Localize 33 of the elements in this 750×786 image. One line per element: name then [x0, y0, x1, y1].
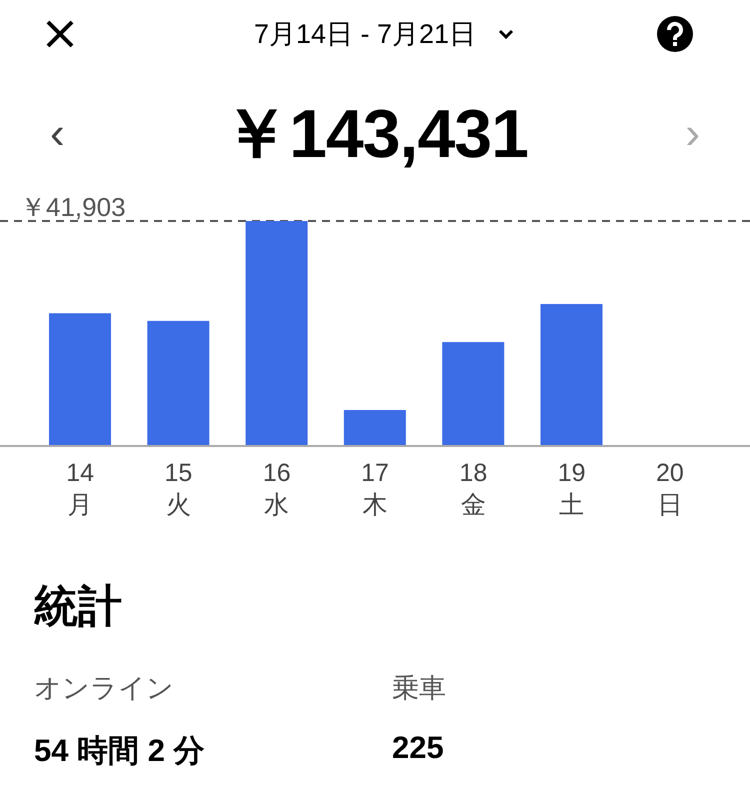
- stats-title: 統計: [34, 581, 123, 633]
- close-button[interactable]: [44, 18, 76, 50]
- close-icon: [44, 18, 76, 50]
- day-label: 17: [361, 458, 389, 489]
- weekday-label: 木: [362, 490, 388, 521]
- weekday-label: 火: [166, 490, 191, 521]
- day-label: 20: [656, 458, 684, 489]
- date-range-dropdown[interactable]: 7月14日 - 7月21日: [254, 16, 514, 52]
- weekday-label: 土: [559, 490, 584, 521]
- stat-label: 乗車: [392, 672, 447, 705]
- bar[interactable]: [344, 410, 406, 446]
- day-label: 14: [66, 458, 94, 489]
- stat-label: オンライン: [34, 672, 175, 705]
- weekday-label: 月: [68, 490, 93, 521]
- max-value-label: ￥41,903: [19, 191, 127, 220]
- chevron-down-icon: [498, 29, 514, 39]
- bar[interactable]: [49, 313, 111, 446]
- total-amount: ￥143,431: [222, 94, 528, 174]
- day-label: 15: [164, 458, 192, 489]
- bar[interactable]: [246, 221, 308, 446]
- weekday-label: 水: [264, 490, 290, 521]
- help-button[interactable]: [656, 15, 694, 53]
- day-label: 16: [262, 458, 291, 489]
- weekday-label: 金: [460, 490, 486, 521]
- day-label: 18: [459, 458, 488, 489]
- bar[interactable]: [147, 320, 210, 446]
- bar[interactable]: [540, 304, 602, 446]
- stat-value: 225: [392, 730, 445, 767]
- weekday-label: 日: [657, 490, 682, 521]
- stat-value: 54 時間 2 分: [34, 732, 206, 770]
- day-label: 19: [558, 458, 586, 489]
- help-icon: [656, 15, 694, 53]
- bar[interactable]: [442, 342, 504, 446]
